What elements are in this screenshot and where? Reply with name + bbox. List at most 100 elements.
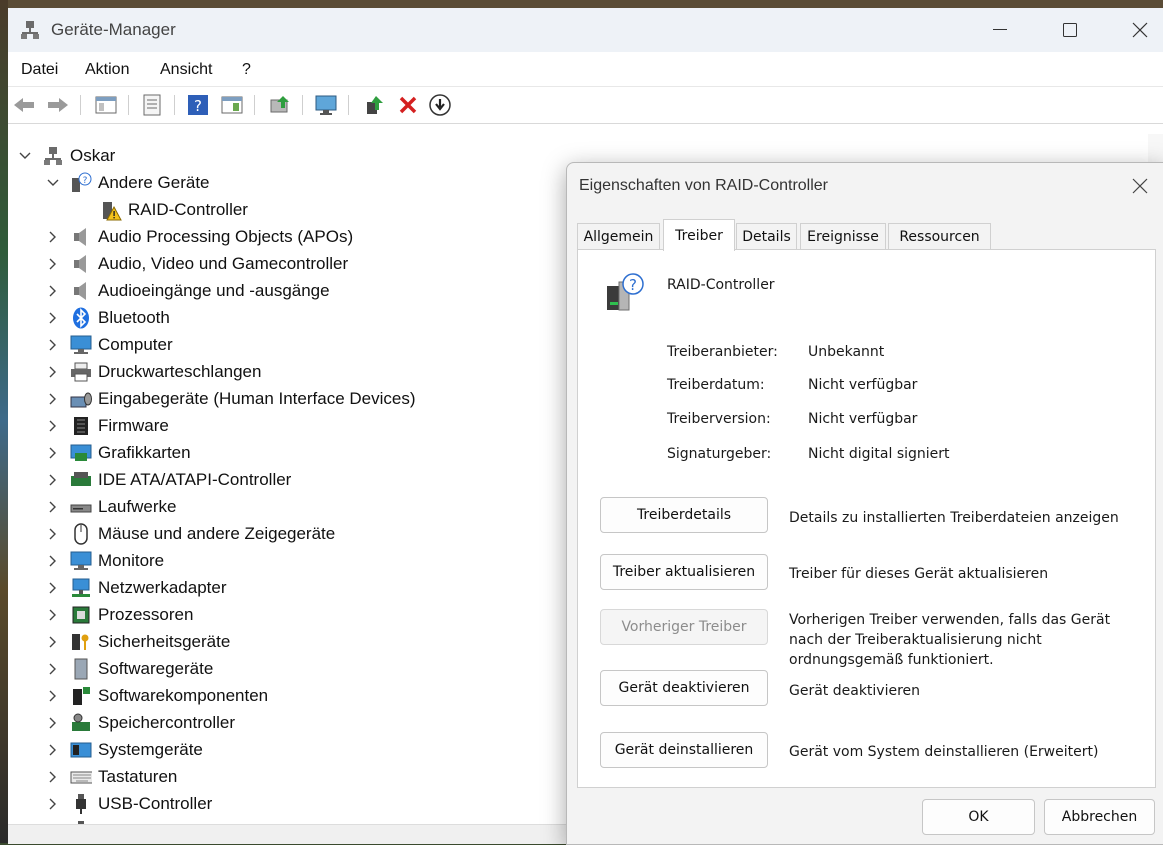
chevron-right-icon[interactable] bbox=[46, 662, 60, 676]
chevron-right-icon[interactable] bbox=[46, 743, 60, 757]
chevron-right-icon[interactable] bbox=[46, 473, 60, 487]
tree-item-raid-controller[interactable]: RAID-Controller bbox=[100, 196, 248, 223]
chevron-right-icon[interactable] bbox=[46, 446, 60, 460]
tree-category-label: Softwarekomponenten bbox=[98, 685, 269, 705]
back-icon[interactable] bbox=[12, 93, 36, 117]
driver-details-desc: Details zu installierten Treiberdateien … bbox=[789, 510, 1119, 526]
speaker-icon bbox=[70, 226, 92, 248]
chevron-right-icon[interactable] bbox=[46, 257, 60, 271]
chevron-right-icon[interactable] bbox=[46, 581, 60, 595]
tree-category-row[interactable]: Audio, Video und Gamecontroller bbox=[46, 250, 348, 277]
chevron-right-icon[interactable] bbox=[46, 284, 60, 298]
chevron-right-icon[interactable] bbox=[46, 392, 60, 406]
chevron-right-icon[interactable] bbox=[46, 716, 60, 730]
tree-category-row[interactable]: Tastaturen bbox=[46, 763, 177, 790]
chevron-down-icon[interactable] bbox=[18, 149, 32, 163]
tree-category-row[interactable]: Speichercontroller bbox=[46, 709, 235, 736]
keyboard-mouse-icon bbox=[70, 388, 92, 410]
storage-controller-icon bbox=[70, 712, 92, 734]
toolbar-separator bbox=[254, 95, 255, 115]
minimize-button[interactable] bbox=[980, 14, 1020, 46]
tree-category-row[interactable]: Sicherheitsgeräte bbox=[46, 628, 230, 655]
chevron-right-icon[interactable] bbox=[46, 419, 60, 433]
tree-category-row[interactable]: Audio Processing Objects (APOs) bbox=[46, 223, 353, 250]
forward-icon[interactable] bbox=[46, 93, 70, 117]
driver-details-button[interactable]: Treiberdetails bbox=[600, 497, 768, 533]
chevron-right-icon[interactable] bbox=[46, 500, 60, 514]
tree-category-row[interactable]: Softwaregeräte bbox=[46, 655, 213, 682]
tree-category-row[interactable]: Softwarekomponenten bbox=[46, 682, 268, 709]
tab-events[interactable]: Ereignisse bbox=[800, 223, 886, 250]
maximize-button[interactable] bbox=[1050, 14, 1090, 46]
firmware-icon bbox=[70, 415, 92, 437]
svg-text:?: ? bbox=[629, 276, 637, 294]
tree-category-row[interactable]: Netzwerkadapter bbox=[46, 574, 227, 601]
chevron-right-icon[interactable] bbox=[46, 338, 60, 352]
properties-icon[interactable] bbox=[140, 93, 164, 117]
chevron-right-icon[interactable] bbox=[46, 770, 60, 784]
tree-category-row[interactable]: Monitore bbox=[46, 547, 164, 574]
cancel-button[interactable]: Abbrechen bbox=[1044, 799, 1155, 835]
processor-icon bbox=[70, 604, 92, 626]
help-icon[interactable]: ? bbox=[186, 93, 210, 117]
tree-category-row[interactable]: Computer bbox=[46, 331, 173, 358]
chevron-right-icon[interactable] bbox=[46, 608, 60, 622]
chevron-right-icon[interactable] bbox=[46, 797, 60, 811]
tree-category-label: Firmware bbox=[98, 415, 169, 435]
tab-resources[interactable]: Ressourcen bbox=[888, 223, 991, 250]
tree-category-label: Systemgeräte bbox=[98, 739, 203, 759]
tree-root-row[interactable]: Oskar bbox=[18, 142, 115, 169]
tree-category-row[interactable]: Laufwerke bbox=[46, 493, 176, 520]
dialog-close-icon[interactable] bbox=[1127, 173, 1153, 199]
tree-category-row[interactable]: Bluetooth bbox=[46, 304, 170, 331]
tree-category-row[interactable]: Audioeingänge und -ausgänge bbox=[46, 277, 330, 304]
tab-details[interactable]: Details bbox=[736, 223, 797, 250]
uninstall-device-button[interactable]: Gerät deinstallieren bbox=[600, 732, 768, 768]
chevron-right-icon[interactable] bbox=[46, 635, 60, 649]
uninstall-icon[interactable] bbox=[396, 93, 420, 117]
tree-category-row[interactable]: Mäuse und andere Zeigegeräte bbox=[46, 520, 335, 547]
view-icon[interactable] bbox=[220, 93, 244, 117]
chevron-right-icon[interactable] bbox=[46, 527, 60, 541]
tree-category-row[interactable]: IDE ATA/ATAPI-Controller bbox=[46, 466, 291, 493]
tree-category-row[interactable]: Firmware bbox=[46, 412, 169, 439]
chevron-right-icon[interactable] bbox=[46, 230, 60, 244]
tree-category-row[interactable]: USB-Geräte bbox=[46, 817, 191, 824]
tree-category-row[interactable]: Grafikkarten bbox=[46, 439, 191, 466]
rollback-driver-button[interactable]: Vorheriger Treiber bbox=[600, 609, 768, 645]
tree-category-label: USB-Controller bbox=[98, 793, 213, 813]
system-device-icon bbox=[70, 739, 92, 761]
toolbar-separator bbox=[348, 95, 349, 115]
chevron-right-icon[interactable] bbox=[46, 554, 60, 568]
download-icon[interactable] bbox=[428, 93, 452, 117]
tree-item-other-devices[interactable]: ? Andere Geräte bbox=[46, 169, 210, 196]
monitor-scan-icon[interactable] bbox=[314, 93, 338, 117]
speaker-icon bbox=[70, 280, 92, 302]
chevron-down-icon[interactable] bbox=[46, 176, 60, 190]
chevron-right-icon[interactable] bbox=[46, 365, 60, 379]
menu-file[interactable]: Datei bbox=[21, 61, 58, 79]
chevron-right-icon[interactable] bbox=[46, 311, 60, 325]
chevron-right-icon[interactable] bbox=[46, 689, 60, 703]
disable-device-desc: Gerät deaktivieren bbox=[789, 683, 921, 699]
disable-device-button[interactable]: Gerät deaktivieren bbox=[600, 670, 768, 706]
scan-hardware-icon[interactable] bbox=[268, 93, 292, 117]
tree-category-row[interactable]: Druckwarteschlangen bbox=[46, 358, 261, 385]
close-button[interactable] bbox=[1120, 14, 1160, 46]
tab-driver[interactable]: Treiber bbox=[663, 219, 735, 251]
tree-category-label: Bluetooth bbox=[98, 307, 170, 327]
update-driver-icon[interactable] bbox=[363, 93, 387, 117]
ok-button[interactable]: OK bbox=[922, 799, 1035, 835]
menu-view[interactable]: Ansicht bbox=[160, 61, 212, 79]
menu-help[interactable]: ? bbox=[242, 61, 251, 79]
tree-category-row[interactable]: Prozessoren bbox=[46, 601, 193, 628]
graphics-card-icon bbox=[70, 442, 92, 464]
tree-category-row[interactable]: Systemgeräte bbox=[46, 736, 203, 763]
menu-action[interactable]: Aktion bbox=[85, 61, 129, 79]
update-driver-button[interactable]: Treiber aktualisieren bbox=[600, 554, 768, 590]
tree-category-row[interactable]: Eingabegeräte (Human Interface Devices) bbox=[46, 385, 416, 412]
tab-general[interactable]: Allgemein bbox=[577, 223, 660, 250]
tree-category-row[interactable]: USB-Controller bbox=[46, 790, 212, 817]
rollback-driver-desc: Vorherigen Treiber verwenden, falls das … bbox=[789, 612, 1111, 668]
show-hide-console-tree-icon[interactable] bbox=[94, 93, 118, 117]
